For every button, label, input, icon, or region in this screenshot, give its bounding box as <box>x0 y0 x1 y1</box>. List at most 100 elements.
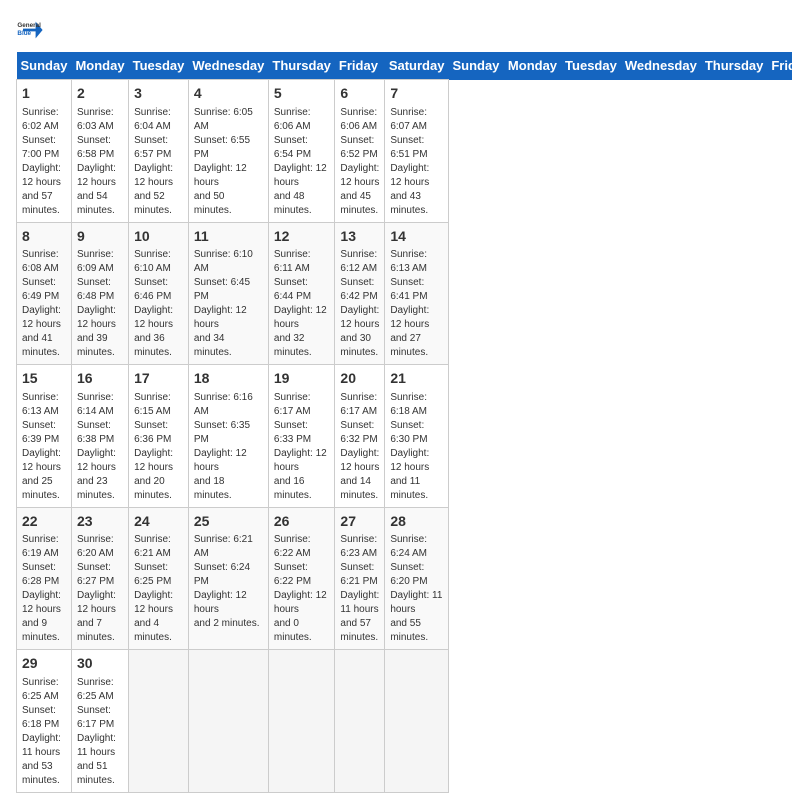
day-info: Sunrise: 6:07 AM Sunset: 6:51 PM Dayligh… <box>390 106 443 218</box>
day-number: 9 <box>77 227 123 247</box>
calendar-cell: 21Sunrise: 6:18 AM Sunset: 6:30 PM Dayli… <box>385 365 449 508</box>
day-number: 2 <box>77 84 123 104</box>
day-info: Sunrise: 6:21 AM Sunset: 6:24 PM Dayligh… <box>194 533 263 631</box>
header-cell-sunday: Sunday <box>17 52 72 80</box>
calendar-cell: 1Sunrise: 6:02 AM Sunset: 7:00 PM Daylig… <box>17 80 72 223</box>
day-info: Sunrise: 6:09 AM Sunset: 6:48 PM Dayligh… <box>77 248 123 360</box>
calendar-cell: 24Sunrise: 6:21 AM Sunset: 6:25 PM Dayli… <box>129 507 189 650</box>
svg-text:General: General <box>17 22 41 29</box>
day-info: Sunrise: 6:24 AM Sunset: 6:20 PM Dayligh… <box>390 533 443 645</box>
calendar-cell: 19Sunrise: 6:17 AM Sunset: 6:33 PM Dayli… <box>268 365 335 508</box>
calendar-week-row: 15Sunrise: 6:13 AM Sunset: 6:39 PM Dayli… <box>17 365 792 508</box>
calendar-cell: 11Sunrise: 6:10 AM Sunset: 6:45 PM Dayli… <box>188 222 268 365</box>
calendar-cell: 27Sunrise: 6:23 AM Sunset: 6:21 PM Dayli… <box>335 507 385 650</box>
day-info: Sunrise: 6:13 AM Sunset: 6:39 PM Dayligh… <box>22 391 66 503</box>
header-sunday: Sunday <box>448 52 503 80</box>
calendar-cell: 5Sunrise: 6:06 AM Sunset: 6:54 PM Daylig… <box>268 80 335 223</box>
calendar-cell: 7Sunrise: 6:07 AM Sunset: 6:51 PM Daylig… <box>385 80 449 223</box>
day-info: Sunrise: 6:03 AM Sunset: 6:58 PM Dayligh… <box>77 106 123 218</box>
day-info: Sunrise: 6:18 AM Sunset: 6:30 PM Dayligh… <box>390 391 443 503</box>
header: General Blue <box>16 16 776 44</box>
day-info: Sunrise: 6:17 AM Sunset: 6:33 PM Dayligh… <box>274 391 330 503</box>
day-number: 28 <box>390 512 443 532</box>
day-number: 12 <box>274 227 330 247</box>
calendar-cell: 9Sunrise: 6:09 AM Sunset: 6:48 PM Daylig… <box>71 222 128 365</box>
day-number: 23 <box>77 512 123 532</box>
day-info: Sunrise: 6:23 AM Sunset: 6:21 PM Dayligh… <box>340 533 379 645</box>
calendar-cell <box>385 650 449 793</box>
calendar-week-row: 29Sunrise: 6:25 AM Sunset: 6:18 PM Dayli… <box>17 650 792 793</box>
calendar-cell <box>188 650 268 793</box>
calendar-cell: 16Sunrise: 6:14 AM Sunset: 6:38 PM Dayli… <box>71 365 128 508</box>
header-cell-wednesday: Wednesday <box>188 52 268 80</box>
calendar-cell: 29Sunrise: 6:25 AM Sunset: 6:18 PM Dayli… <box>17 650 72 793</box>
day-number: 10 <box>134 227 183 247</box>
day-info: Sunrise: 6:25 AM Sunset: 6:17 PM Dayligh… <box>77 676 123 788</box>
logo: General Blue <box>16 16 44 44</box>
calendar-cell: 28Sunrise: 6:24 AM Sunset: 6:20 PM Dayli… <box>385 507 449 650</box>
day-number: 29 <box>22 654 66 674</box>
day-info: Sunrise: 6:11 AM Sunset: 6:44 PM Dayligh… <box>274 248 330 360</box>
calendar-cell <box>335 650 385 793</box>
svg-text:Blue: Blue <box>17 30 31 37</box>
day-info: Sunrise: 6:25 AM Sunset: 6:18 PM Dayligh… <box>22 676 66 788</box>
header-cell-thursday: Thursday <box>268 52 335 80</box>
calendar-cell: 17Sunrise: 6:15 AM Sunset: 6:36 PM Dayli… <box>129 365 189 508</box>
calendar-cell: 26Sunrise: 6:22 AM Sunset: 6:22 PM Dayli… <box>268 507 335 650</box>
day-info: Sunrise: 6:04 AM Sunset: 6:57 PM Dayligh… <box>134 106 183 218</box>
calendar-table: SundayMondayTuesdayWednesdayThursdayFrid… <box>16 52 792 793</box>
header-friday: Friday <box>767 52 792 80</box>
day-info: Sunrise: 6:14 AM Sunset: 6:38 PM Dayligh… <box>77 391 123 503</box>
day-number: 5 <box>274 84 330 104</box>
day-info: Sunrise: 6:08 AM Sunset: 6:49 PM Dayligh… <box>22 248 66 360</box>
day-number: 20 <box>340 369 379 389</box>
day-info: Sunrise: 6:10 AM Sunset: 6:45 PM Dayligh… <box>194 248 263 360</box>
day-info: Sunrise: 6:05 AM Sunset: 6:55 PM Dayligh… <box>194 106 263 218</box>
day-number: 24 <box>134 512 183 532</box>
day-number: 22 <box>22 512 66 532</box>
header-cell-monday: Monday <box>71 52 128 80</box>
calendar-cell <box>129 650 189 793</box>
day-number: 16 <box>77 369 123 389</box>
day-info: Sunrise: 6:06 AM Sunset: 6:54 PM Dayligh… <box>274 106 330 218</box>
day-info: Sunrise: 6:10 AM Sunset: 6:46 PM Dayligh… <box>134 248 183 360</box>
header-monday: Monday <box>504 52 561 80</box>
day-number: 1 <box>22 84 66 104</box>
calendar-week-row: 22Sunrise: 6:19 AM Sunset: 6:28 PM Dayli… <box>17 507 792 650</box>
calendar-cell: 15Sunrise: 6:13 AM Sunset: 6:39 PM Dayli… <box>17 365 72 508</box>
day-number: 15 <box>22 369 66 389</box>
calendar-week-row: 1Sunrise: 6:02 AM Sunset: 7:00 PM Daylig… <box>17 80 792 223</box>
day-number: 21 <box>390 369 443 389</box>
day-number: 3 <box>134 84 183 104</box>
header-cell-tuesday: Tuesday <box>129 52 189 80</box>
calendar-header-row: SundayMondayTuesdayWednesdayThursdayFrid… <box>17 52 792 80</box>
day-info: Sunrise: 6:22 AM Sunset: 6:22 PM Dayligh… <box>274 533 330 645</box>
calendar-cell: 25Sunrise: 6:21 AM Sunset: 6:24 PM Dayli… <box>188 507 268 650</box>
day-number: 14 <box>390 227 443 247</box>
day-info: Sunrise: 6:06 AM Sunset: 6:52 PM Dayligh… <box>340 106 379 218</box>
day-info: Sunrise: 6:21 AM Sunset: 6:25 PM Dayligh… <box>134 533 183 645</box>
day-info: Sunrise: 6:13 AM Sunset: 6:41 PM Dayligh… <box>390 248 443 360</box>
day-info: Sunrise: 6:17 AM Sunset: 6:32 PM Dayligh… <box>340 391 379 503</box>
calendar-cell: 18Sunrise: 6:16 AM Sunset: 6:35 PM Dayli… <box>188 365 268 508</box>
calendar-cell: 23Sunrise: 6:20 AM Sunset: 6:27 PM Dayli… <box>71 507 128 650</box>
day-number: 27 <box>340 512 379 532</box>
calendar-cell: 2Sunrise: 6:03 AM Sunset: 6:58 PM Daylig… <box>71 80 128 223</box>
day-number: 26 <box>274 512 330 532</box>
day-number: 25 <box>194 512 263 532</box>
calendar-cell: 14Sunrise: 6:13 AM Sunset: 6:41 PM Dayli… <box>385 222 449 365</box>
day-number: 30 <box>77 654 123 674</box>
header-thursday: Thursday <box>701 52 768 80</box>
day-info: Sunrise: 6:02 AM Sunset: 7:00 PM Dayligh… <box>22 106 66 218</box>
header-cell-friday: Friday <box>335 52 385 80</box>
calendar-cell: 12Sunrise: 6:11 AM Sunset: 6:44 PM Dayli… <box>268 222 335 365</box>
calendar-week-row: 8Sunrise: 6:08 AM Sunset: 6:49 PM Daylig… <box>17 222 792 365</box>
header-tuesday: Tuesday <box>561 52 621 80</box>
day-number: 8 <box>22 227 66 247</box>
day-number: 19 <box>274 369 330 389</box>
calendar-cell: 3Sunrise: 6:04 AM Sunset: 6:57 PM Daylig… <box>129 80 189 223</box>
day-number: 4 <box>194 84 263 104</box>
calendar-cell: 6Sunrise: 6:06 AM Sunset: 6:52 PM Daylig… <box>335 80 385 223</box>
day-info: Sunrise: 6:19 AM Sunset: 6:28 PM Dayligh… <box>22 533 66 645</box>
day-number: 11 <box>194 227 263 247</box>
